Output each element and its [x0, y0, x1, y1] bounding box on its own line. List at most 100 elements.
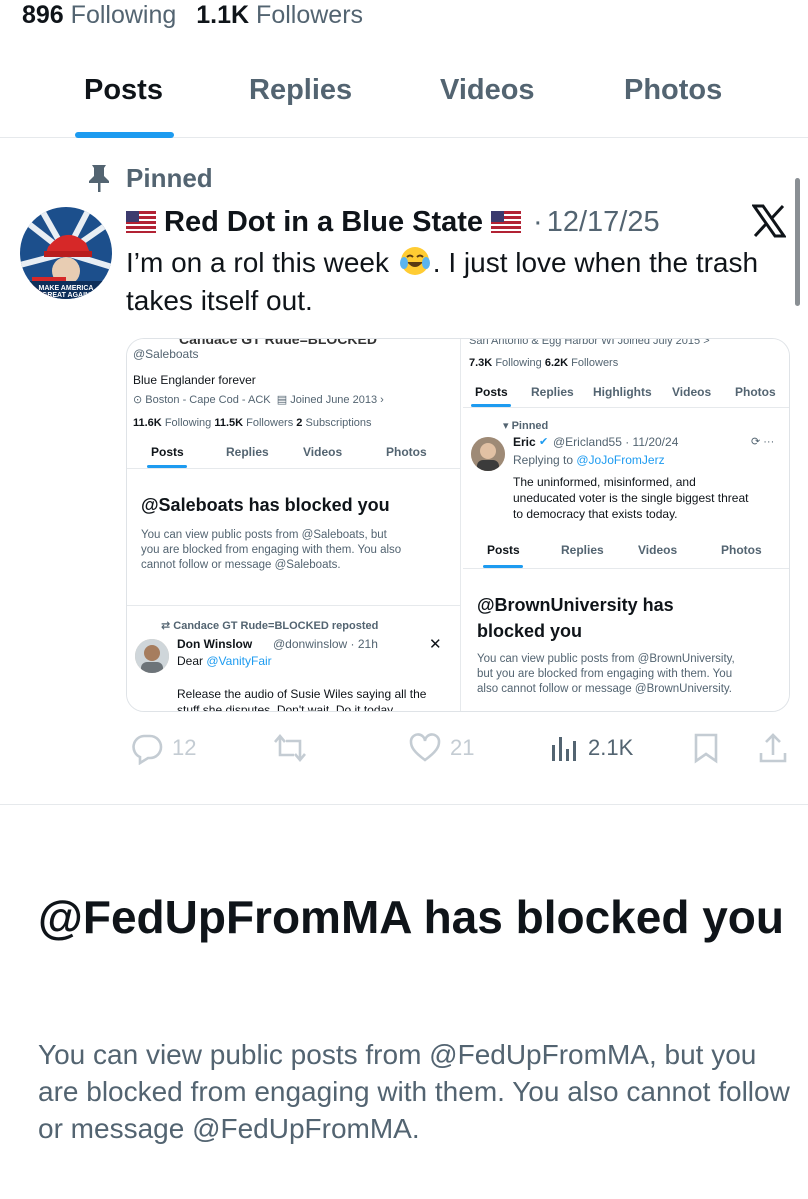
pin-icon	[89, 165, 109, 192]
followers-label: Followers	[256, 1, 364, 29]
scrollbar[interactable]	[795, 178, 800, 306]
right-replying-to: Replying to @JoJoFromJerz	[513, 453, 665, 467]
right-tweet-text-2: uneducated voter is the single biggest t…	[513, 491, 749, 505]
right-tab-replies: Replies	[531, 385, 574, 399]
author-avatar[interactable]: MAKE AMERICA GREAT AGAIN	[20, 207, 112, 299]
left-blocked-body-3: cannot follow or message @Saleboats.	[141, 559, 341, 571]
views-button[interactable]: 2.1K	[550, 728, 633, 768]
pin-small-icon: ▾	[503, 420, 509, 432]
tab-videos[interactable]: Videos	[440, 74, 535, 107]
right-blocked-body-3: also cannot follow or message @BrownUniv…	[477, 683, 732, 695]
pinned-indicator: Pinned	[88, 160, 213, 196]
left-tweet-line1: Dear @VanityFair	[177, 654, 272, 668]
reply-icon	[132, 734, 163, 765]
right-blocked-title-2: blocked you	[477, 621, 583, 641]
media-screenshot-left[interactable]: Candace GT Rude=BLOCKED @Saleboats Blue …	[127, 339, 461, 712]
blocked-notice-body: You can view public posts from @FedUpFro…	[38, 1039, 790, 1144]
followers-link[interactable]: 1.1K Followers	[196, 1, 363, 29]
views-chart-icon	[552, 737, 576, 761]
share-icon	[759, 733, 787, 763]
x-logo-icon	[752, 204, 786, 238]
avatar-caption: MAKE AMERICA	[39, 285, 94, 292]
left-tweet-handle: @donwinslow · 21h	[273, 637, 378, 651]
left-cut-header: Candace GT Rude=BLOCKED	[179, 339, 377, 347]
right-follow-stats: 7.3K Following 6.2K Followers	[469, 357, 619, 369]
post-media[interactable]: Candace GT Rude=BLOCKED @Saleboats Blue …	[126, 338, 790, 712]
post-text: I’m on a rol this week . I just love whe…	[126, 244, 786, 320]
right-cut-header: San Antonio & Egg Harbor WI Joined July …	[469, 339, 710, 347]
right-tab2-videos: Videos	[638, 543, 678, 557]
left-tab-photos: Photos	[386, 445, 427, 459]
pinned-label: Pinned	[126, 162, 213, 193]
profile-stats: 896 Following 1.1K Followers	[22, 0, 363, 34]
calendar-icon: ▤	[276, 394, 288, 406]
followers-count: 1.1K	[196, 1, 250, 29]
like-count: 21	[450, 735, 475, 760]
left-tab-videos: Videos	[303, 445, 343, 459]
right-tweet-handle: @Ericland55 · 11/20/24	[553, 435, 679, 449]
more-options-icon: ⟳ ···	[751, 436, 775, 448]
left-blocked-title: @Saleboats has blocked you	[141, 495, 390, 515]
tab-replies[interactable]: Replies	[249, 74, 352, 107]
bookmark-icon	[694, 733, 718, 764]
right-blocked-body-1: You can view public posts from @BrownUni…	[477, 653, 735, 665]
post-date[interactable]: 12/17/25	[547, 206, 660, 239]
like-button[interactable]: 21	[408, 728, 474, 768]
left-tab-replies: Replies	[226, 445, 269, 459]
left-location: Boston - Cape Cod - ACK	[145, 394, 271, 406]
right-tweet-author: Eric	[513, 435, 536, 449]
right-tab-photos: Photos	[735, 385, 776, 399]
section-divider	[0, 804, 808, 805]
bookmark-button[interactable]	[692, 728, 728, 768]
left-content-divider	[127, 605, 460, 606]
location-icon: ⊙	[133, 394, 143, 406]
post-author-line: Red Dot in a Blue State · 12/17/25	[126, 202, 660, 242]
right-tab2-posts: Posts	[487, 543, 520, 557]
left-follow-stats: 11.6K Following 11.5K Followers 2 Subscr…	[133, 417, 372, 429]
right-tab2-photos: Photos	[721, 543, 762, 557]
left-meta: ⊙ Boston - Cape Cod - ACK ▤ Joined June …	[133, 394, 384, 406]
left-tweet-line2: Release the audio of Susie Wiles saying …	[177, 687, 427, 701]
media-screenshot-right[interactable]: San Antonio & Egg Harbor WI Joined July …	[463, 339, 789, 711]
right-blocked-title-1: @BrownUniversity has	[477, 595, 674, 615]
left-repost-label: ⇄ Candace GT Rude=BLOCKED reposted	[161, 620, 379, 632]
profile-tabs: Posts Replies Videos Photos	[0, 60, 808, 138]
left-joined: Joined June 2013	[290, 394, 378, 406]
post-separator: ·	[533, 205, 543, 238]
right-tab2-replies: Replies	[561, 543, 604, 557]
post-actions: 12 21 2.1K	[126, 728, 790, 768]
right-tab-videos: Videos	[672, 385, 712, 399]
tab-posts[interactable]: Posts	[84, 74, 163, 107]
right-tabs2-divider	[463, 568, 789, 569]
share-button[interactable]	[758, 728, 796, 768]
eric-avatar	[471, 437, 505, 471]
tab-photos[interactable]: Photos	[624, 74, 722, 107]
maga-avatar-image: MAKE AMERICA GREAT AGAIN	[20, 207, 112, 299]
right-tweet-text-1: The uninformed, misinformed, and	[513, 475, 696, 489]
right-tab-highlights: Highlights	[593, 385, 652, 399]
x-logo-small-icon: ✕	[429, 636, 442, 653]
heart-icon	[409, 733, 441, 762]
left-tweet-line3: stuff she disputes. Don't wait. Do it to…	[177, 703, 396, 712]
us-flag-icon	[491, 211, 522, 233]
reply-count: 12	[172, 735, 197, 760]
following-link[interactable]: 896 Following	[22, 1, 176, 29]
don-winslow-avatar	[135, 639, 169, 673]
view-count: 2.1K	[588, 735, 634, 760]
left-bio: Blue Englander forever	[133, 373, 256, 387]
left-tweet-author: Don Winslow	[177, 637, 253, 651]
following-label: Following	[70, 1, 177, 29]
left-blocked-body-1: You can view public posts from @Saleboat…	[141, 529, 387, 541]
repost-button[interactable]	[272, 728, 316, 768]
post-author-name[interactable]: Red Dot in a Blue State	[164, 206, 483, 239]
svg-text:GREAT AGAIN: GREAT AGAIN	[42, 292, 90, 299]
active-tab-indicator	[75, 132, 174, 138]
us-flag-icon	[126, 211, 156, 233]
post-text-start: I’m on a rol this week	[126, 247, 389, 278]
left-blocked-body-2: you are blocked from engaging with them.…	[141, 544, 402, 556]
left-tabs-divider	[127, 468, 460, 469]
right-tabs-divider	[463, 407, 789, 408]
reply-button[interactable]: 12	[130, 728, 196, 768]
repost-icon: ⇄	[161, 620, 171, 632]
right-tweet-text-3: to democracy that exists today.	[513, 507, 678, 521]
